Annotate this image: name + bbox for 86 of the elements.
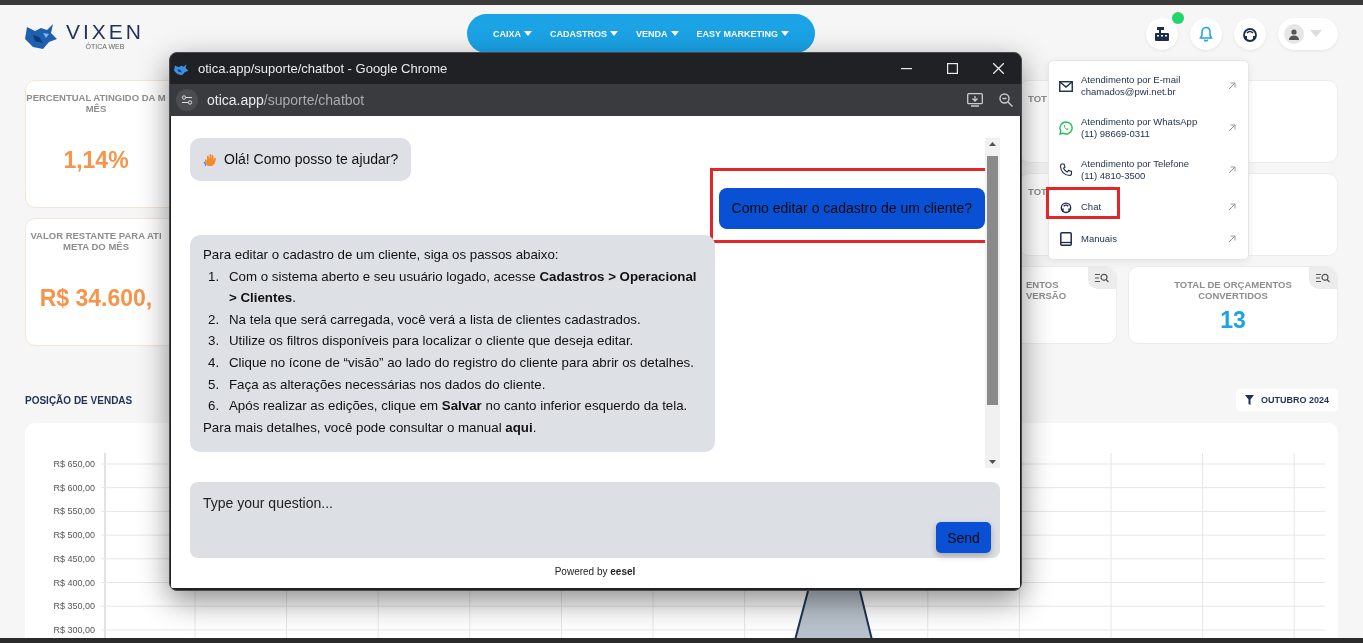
- user-icon: [1288, 27, 1300, 40]
- close-icon: [992, 63, 1004, 74]
- caret-icon: [524, 30, 533, 37]
- support-menu-item[interactable]: Chat: [1049, 191, 1248, 223]
- address-url[interactable]: otica.app/suporte/chatbot: [207, 92, 365, 108]
- axis-label: R$ 600,00: [53, 482, 95, 493]
- whatsapp-icon: [1059, 121, 1073, 135]
- manual-link[interactable]: aqui: [505, 419, 533, 435]
- step-number: 5.: [208, 375, 221, 394]
- axis-label: R$ 550,00: [53, 506, 95, 517]
- message-text: Para editar o cadastro de um cliente, siga os passos abaixo:: [203, 246, 560, 264]
- waving-hand-icon: [203, 151, 219, 168]
- support-menu-item[interactable]: Atendimento por E-mail chamados@pwi.net.br: [1049, 65, 1248, 107]
- step-text: Faça as alterações necessárias nos dados do cliente.: [229, 375, 546, 394]
- external-link-icon: [1228, 82, 1236, 90]
- external-link-icon: [1228, 124, 1236, 132]
- install-app-icon[interactable]: [967, 93, 983, 107]
- list-search-icon: [1095, 273, 1109, 283]
- caret-icon: [610, 30, 619, 37]
- step-text: Após realizar as edições, clique em Salvar no canto inferior esquerdo da tela.: [229, 397, 688, 416]
- book-icon: [1060, 232, 1072, 246]
- step-number: 1.: [208, 267, 221, 286]
- support-menu-item[interactable]: Atendimento por Telefone (11) 4810-3500: [1049, 149, 1248, 191]
- stat-label: ENTOS: [1026, 279, 1060, 290]
- stat-label: VERSÃO: [1026, 290, 1068, 301]
- axis-label: R$ 500,00: [53, 530, 95, 541]
- stat-label: CONVERTIDOS: [1198, 290, 1268, 301]
- sliders-icon: [181, 95, 193, 105]
- stat-label: MÊS: [85, 103, 107, 114]
- list-search-icon: [1316, 273, 1330, 283]
- step-number: 3.: [208, 332, 221, 351]
- maximize-icon: [946, 63, 958, 74]
- zoom-icon[interactable]: [999, 93, 1013, 107]
- phone-icon: [1059, 163, 1073, 177]
- envelope-icon: [1059, 80, 1073, 92]
- caret-icon: [1310, 29, 1322, 38]
- user-menu-button[interactable]: [1278, 17, 1338, 50]
- stat-label: TOT: [1028, 93, 1048, 104]
- stat-value: 1,14%: [63, 147, 129, 174]
- message-text: Olá! Como posso te ajudar?: [224, 150, 399, 169]
- minimize-icon: [900, 67, 912, 70]
- external-link-icon: [1228, 203, 1236, 211]
- logo-text: VIXEN: [66, 20, 145, 42]
- step-text: Na tela que será carregada, você verá a lista de clientes cadastrados.: [229, 310, 641, 329]
- window-title: otica.app/suporte/chatbot - Google Chrome: [198, 61, 448, 76]
- scrollbar[interactable]: [985, 138, 1000, 468]
- headset-icon: [1059, 200, 1073, 214]
- site-settings-button[interactable]: [176, 89, 198, 111]
- cash-register-button[interactable]: [1146, 17, 1178, 50]
- filter-icon: [1244, 395, 1254, 405]
- section-title: POSIÇÃO DE VENDAS: [25, 394, 133, 406]
- details-button[interactable]: [1309, 267, 1337, 289]
- stat-label: VALOR RESTANTE PARA ATI: [30, 230, 162, 241]
- caret-icon: [780, 30, 789, 37]
- stat-label: PERCENTUAL ATINGIDO DA M: [26, 92, 166, 103]
- cash-register-icon: [1154, 25, 1170, 42]
- powered-by-text: Powered by eesel: [553, 566, 637, 577]
- support-menu-item[interactable]: Manuais: [1049, 223, 1248, 255]
- stat-label: TOT: [1028, 186, 1048, 197]
- step-number: 6.: [208, 397, 221, 416]
- axis-label: R$ 400,00: [53, 577, 95, 588]
- stat-label: TOTAL DE ORÇAMENTOS: [1174, 279, 1292, 290]
- stat-label: META DO MÊS: [63, 241, 129, 252]
- axis-label: R$ 300,00: [53, 624, 95, 635]
- step-text: Utilize os filtros disponíveis para localizar o cliente que deseja editar.: [229, 332, 634, 351]
- axis-label: R$ 650,00: [53, 459, 95, 469]
- stat-value: 13: [1219, 307, 1247, 334]
- message-text: Para mais detalhes, você pode consultar o manual: [203, 419, 502, 435]
- caret-icon: [670, 30, 679, 37]
- step-text: Com o sistema aberto e seu usuário logado, acesse Cadastros > Operacional > Clientes.: [229, 267, 698, 308]
- step-number: 4.: [208, 353, 221, 372]
- support-menu-item[interactable]: Atendimento por WhatsApp (11) 98669-0311: [1049, 107, 1248, 149]
- headset-button[interactable]: [1234, 17, 1266, 50]
- axis-label: R$ 350,00: [53, 601, 95, 612]
- external-link-icon: [1228, 166, 1236, 174]
- punctuation: .: [532, 419, 537, 435]
- stat-value: R$ 34.600,: [39, 285, 153, 312]
- user-message: Como editar o cadastro de um cliente?: [718, 188, 985, 229]
- month-filter-button[interactable]: OUTUBRO 2024: [1235, 389, 1338, 411]
- details-button[interactable]: [1088, 267, 1116, 289]
- step-number: 2.: [208, 310, 221, 329]
- axis-label: R$ 450,00: [53, 553, 95, 564]
- step-text: Clique no ícone de “visão” ao lado do registro do cliente para abrir os detalhes.: [229, 353, 694, 372]
- bell-button[interactable]: [1190, 17, 1222, 50]
- bell-icon: [1198, 25, 1214, 42]
- external-link-icon: [1228, 235, 1236, 243]
